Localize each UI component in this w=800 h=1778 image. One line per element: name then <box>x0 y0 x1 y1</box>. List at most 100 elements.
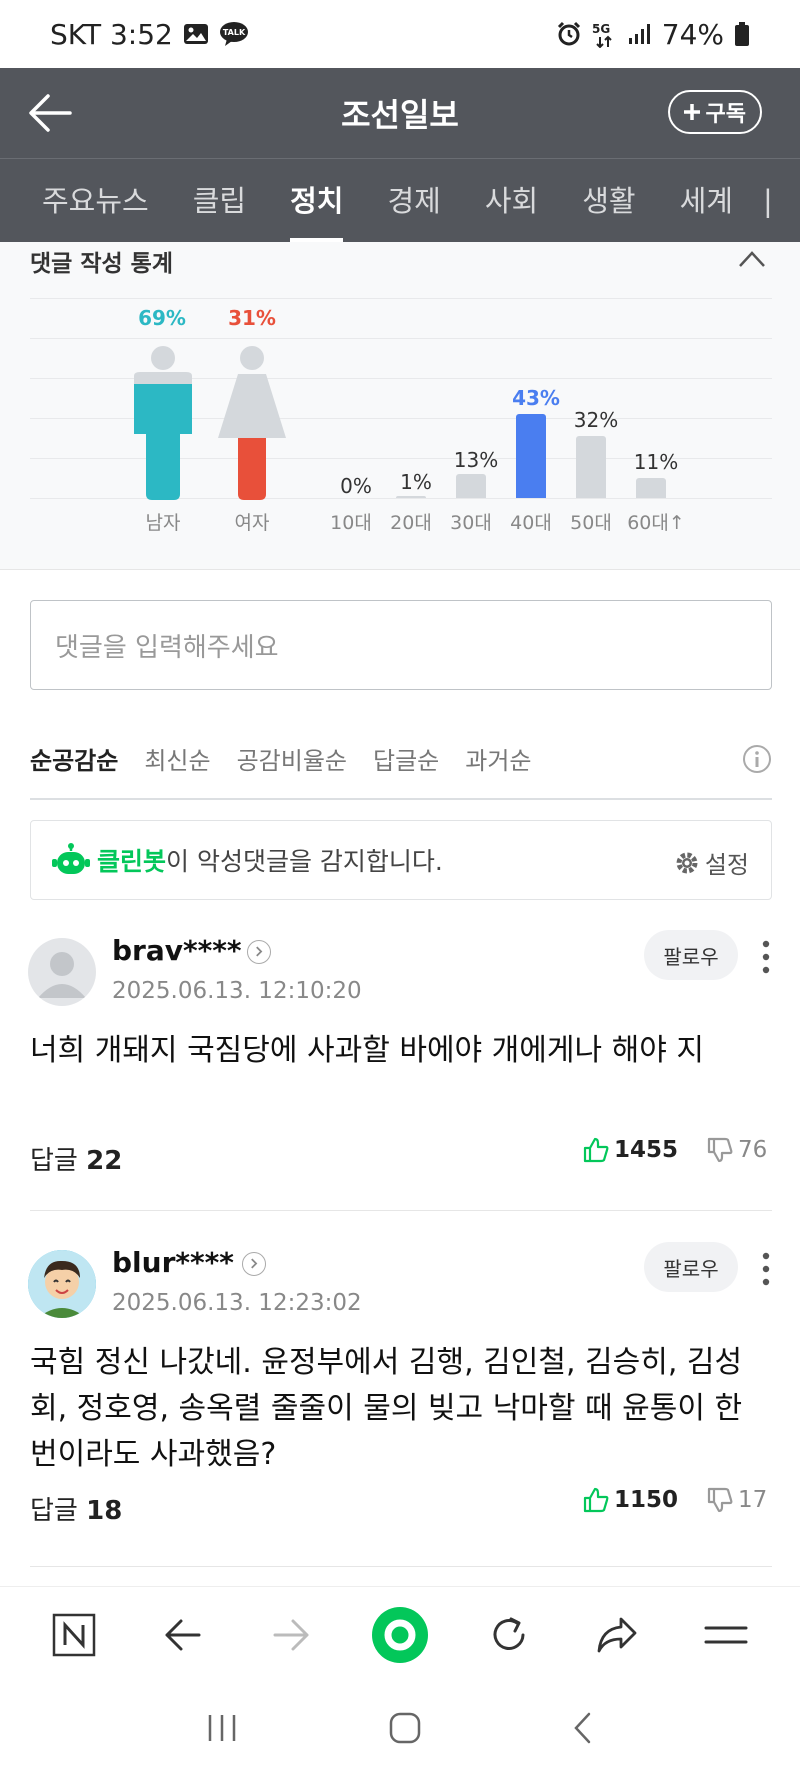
follow-button[interactable]: 팔로우 <box>644 930 738 980</box>
dislike-count: 76 <box>738 1137 768 1163</box>
tab-main-news[interactable]: 주요뉴스 <box>0 159 171 242</box>
like-button[interactable]: 1150 <box>582 1486 678 1514</box>
press-title: 조선일보 <box>341 96 459 134</box>
age-pct-40s: 43% <box>512 386 560 410</box>
sort-likes[interactable]: 순공감순 <box>30 741 118 776</box>
avatar[interactable] <box>28 938 96 1006</box>
system-back-icon[interactable] <box>571 1711 595 1749</box>
subscribe-label: 구독 <box>705 102 746 127</box>
male-percent: 69% <box>138 306 186 330</box>
sort-like-ratio[interactable]: 공감비율순 <box>237 741 347 776</box>
share-icon[interactable] <box>587 1605 647 1665</box>
network-label: 5G <box>592 22 610 36</box>
tab-more-partial[interactable]: | <box>755 159 795 242</box>
grid-line <box>30 338 772 339</box>
gallery-icon <box>183 22 209 46</box>
female-label: 여자 <box>234 512 270 534</box>
age-bar-50s <box>576 436 606 498</box>
age-bar-30s <box>456 474 486 498</box>
dislike-button[interactable]: 76 <box>706 1136 767 1164</box>
more-options-icon[interactable] <box>762 940 770 974</box>
reply-number: 18 <box>86 1496 123 1526</box>
stats-title: 댓글 작성 통계 <box>30 251 173 277</box>
profile-arrow-icon[interactable] <box>247 940 271 964</box>
naver-home-icon[interactable] <box>44 1605 104 1665</box>
back-icon[interactable] <box>153 1605 213 1665</box>
age-label-50s: 50대 <box>570 512 612 534</box>
battery-icon <box>734 21 750 47</box>
sort-replies[interactable]: 답글순 <box>373 741 439 776</box>
like-count: 1455 <box>614 1137 679 1163</box>
forward-icon[interactable] <box>261 1605 321 1665</box>
subscribe-button[interactable]: 구독 <box>667 90 762 134</box>
alarm-icon <box>556 21 582 47</box>
age-pct-60s: 11% <box>633 450 679 474</box>
tab-life[interactable]: 생활 <box>560 159 657 242</box>
system-nav-bar <box>0 1682 800 1778</box>
tab-economy[interactable]: 경제 <box>365 159 462 242</box>
dislike-count: 17 <box>738 1487 768 1513</box>
comment-text: 국힘 정신 나갔네. 윤정부에서 김행, 김인철, 김승히, 김성회, 정호영,… <box>30 1345 743 1472</box>
chevron-up-icon[interactable] <box>738 250 766 268</box>
male-figure-icon <box>134 346 192 500</box>
back-arrow-icon[interactable] <box>26 90 74 136</box>
status-bar: SKT 3:52 TALK 5G 74% <box>0 0 800 68</box>
reply-count[interactable]: 답글 18 <box>30 1490 122 1527</box>
age-bar-60s <box>636 478 666 498</box>
age-pct-30s: 13% <box>453 448 499 472</box>
thumbs-down-icon <box>707 1137 733 1163</box>
recent-apps-icon[interactable] <box>205 1713 239 1747</box>
comment-time: 2025.06.13. 12:10:20 <box>112 978 362 1004</box>
comment-divider <box>30 1566 772 1567</box>
comment-username[interactable]: blur**** <box>112 1246 234 1279</box>
comment-time: 2025.06.13. 12:23:02 <box>112 1290 362 1316</box>
age-pct-20s: 1% <box>400 470 432 494</box>
talk-label: TALK <box>223 28 246 37</box>
reply-label: 답글 <box>30 1146 78 1176</box>
signal-icon <box>628 23 652 45</box>
like-count: 1150 <box>614 1487 679 1513</box>
cleanbot-settings-button[interactable]: 설정 <box>675 845 749 880</box>
comment-stats-panel: 댓글 작성 통계 69% 31% 남자 여자 0% 1% 13% 43% 32%… <box>0 242 800 570</box>
dislike-button[interactable]: 17 <box>706 1486 767 1514</box>
female-figure-icon <box>218 346 286 500</box>
sort-oldest[interactable]: 과거순 <box>465 741 531 776</box>
reply-label: 답글 <box>30 1496 78 1526</box>
sort-newest[interactable]: 최신순 <box>144 741 210 776</box>
hamburger-menu-icon[interactable] <box>696 1605 756 1665</box>
category-tabs: 주요뉴스 클립 정치 경제 사회 생활 세계 | <box>0 158 800 242</box>
home-icon[interactable] <box>388 1711 422 1749</box>
sort-bar: 순공감순 최신순 공감비율순 답글순 과거순 <box>30 718 772 800</box>
follow-button[interactable]: 팔로우 <box>644 1242 738 1292</box>
avatar[interactable] <box>28 1250 96 1318</box>
age-bar-20s <box>396 496 426 498</box>
age-bar-40s <box>516 414 546 498</box>
tab-politics[interactable]: 정치 <box>268 159 365 242</box>
status-time: SKT 3:52 <box>50 17 173 51</box>
male-label: 남자 <box>145 512 181 534</box>
reply-count[interactable]: 답글 22 <box>30 1140 122 1177</box>
tab-society[interactable]: 사회 <box>463 159 560 242</box>
refresh-icon[interactable] <box>479 1605 539 1665</box>
plus-icon <box>683 104 700 120</box>
network-5g-icon: 5G <box>592 20 618 48</box>
comment-username[interactable]: brav**** <box>112 934 242 967</box>
age-label-60s: 60대↑ <box>627 512 685 534</box>
comment-input[interactable]: 댓글을 입력해주세요 <box>30 600 772 690</box>
thumbs-down-icon <box>707 1487 733 1513</box>
reply-number: 22 <box>86 1146 123 1176</box>
cleanbot-robot-icon <box>52 843 90 874</box>
thumbs-up-icon <box>583 1137 609 1163</box>
profile-arrow-icon[interactable] <box>242 1252 266 1276</box>
comment-item: brav**** 2025.06.13. 12:10:20 팔로우 너희 개돼지… <box>0 930 800 1210</box>
tab-clip[interactable]: 클립 <box>171 159 268 242</box>
gear-icon <box>676 852 698 873</box>
age-pct-50s: 32% <box>573 408 619 432</box>
info-icon[interactable] <box>742 744 772 774</box>
like-button[interactable]: 1455 <box>582 1136 678 1164</box>
green-dot-menu-icon[interactable] <box>370 1605 430 1665</box>
tab-world[interactable]: 세계 <box>658 159 755 242</box>
comment-text: 너희 개돼지 국짐당에 사과할 바에야 개에게나 해야 지 <box>30 1033 704 1068</box>
more-options-icon[interactable] <box>762 1252 770 1286</box>
cleanbot-text: 이 악성댓글을 감지합니다. <box>166 847 443 876</box>
